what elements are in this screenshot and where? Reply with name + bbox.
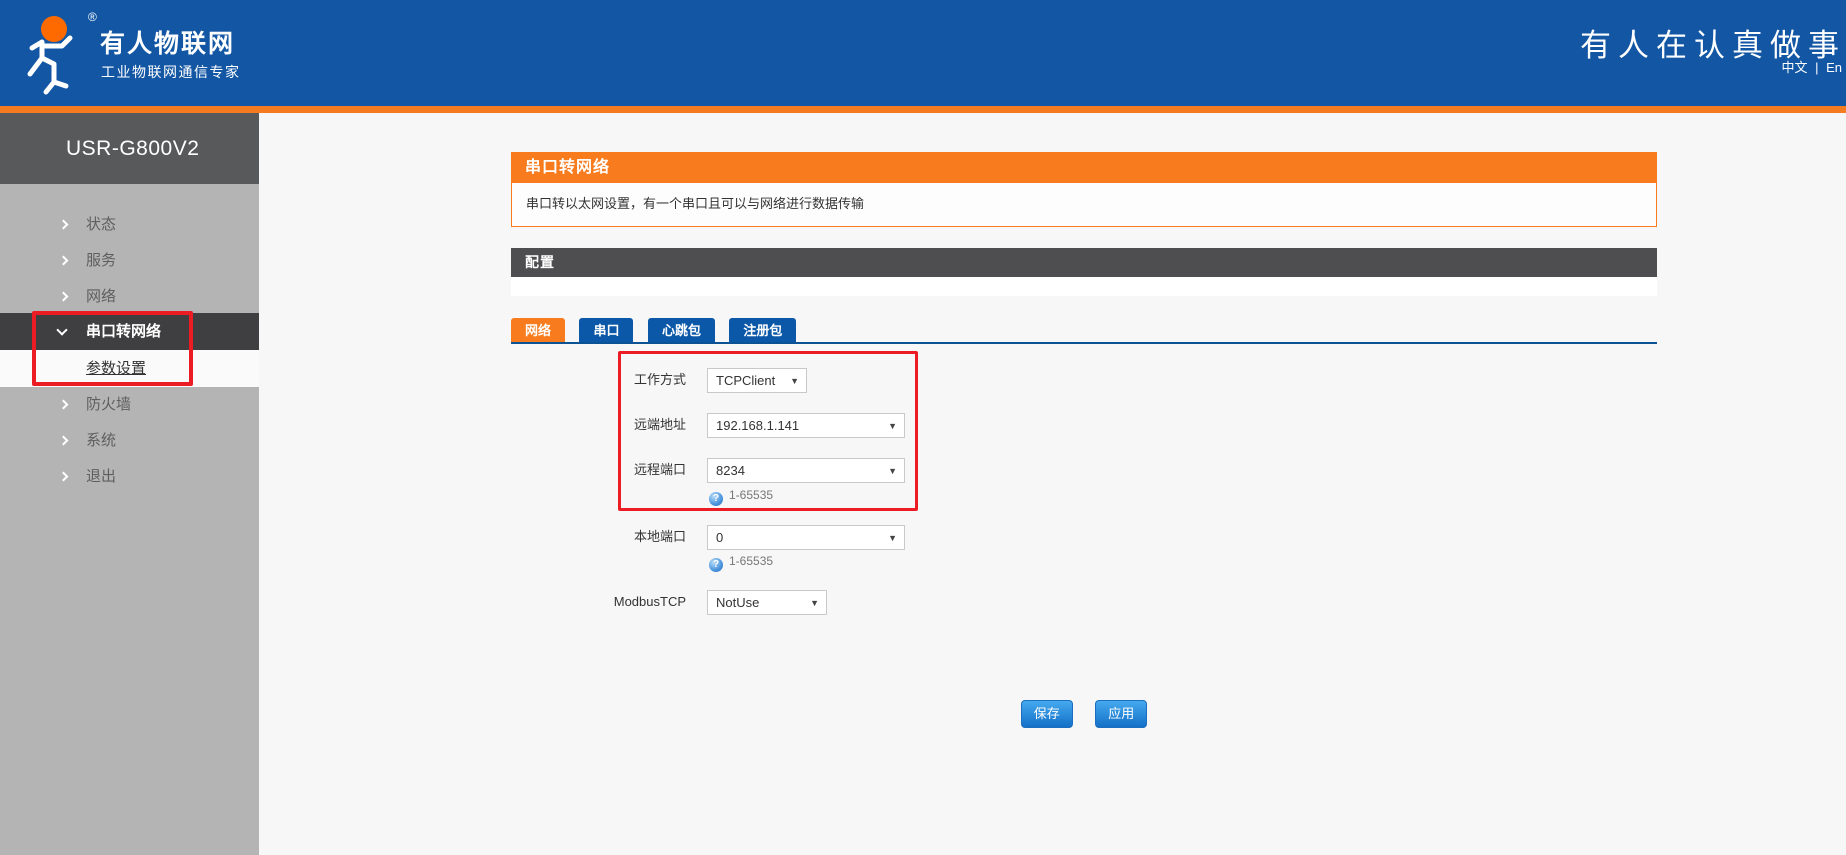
- sidebar: USR-G800V2 状态 服务 网络 串口转网络 参数设置 防火墙 系统 退出: [0, 113, 259, 855]
- tab-network[interactable]: 网络: [511, 318, 566, 344]
- sidebar-item-service[interactable]: 服务: [0, 243, 259, 279]
- section-strip: [511, 277, 1657, 296]
- page-title: 串口转网络: [511, 152, 1657, 183]
- chevron-right-icon: [58, 435, 69, 446]
- device-name: USR-G800V2: [0, 113, 259, 184]
- help-icon: ?: [709, 558, 723, 572]
- sidebar-item-firewall[interactable]: 防火墙: [0, 387, 259, 423]
- sidebar-item-serial-to-network[interactable]: 串口转网络: [0, 313, 259, 350]
- registered-mark: ®: [88, 10, 97, 24]
- dropdown-arrow-icon: ▼: [888, 466, 897, 476]
- sidebar-item-parameter-settings[interactable]: 参数设置: [0, 350, 259, 387]
- work-mode-select[interactable]: TCPClient ▼: [707, 368, 807, 393]
- apply-button[interactable]: 应用: [1095, 700, 1148, 728]
- help-icon: ?: [709, 492, 723, 506]
- remote-port-select[interactable]: 8234 ▼: [707, 458, 905, 483]
- language-switcher: 中文 | En: [1779, 57, 1844, 76]
- chevron-right-icon: [58, 219, 69, 230]
- local-port-label: 本地端口: [633, 529, 686, 544]
- chevron-down-icon: [56, 324, 68, 336]
- chevron-right-icon: [58, 291, 69, 302]
- dropdown-arrow-icon: ▼: [888, 421, 897, 431]
- remote-address-label: 远端地址: [633, 417, 686, 432]
- tab-heartbeat[interactable]: 心跳包: [647, 318, 715, 344]
- work-mode-label: 工作方式: [633, 372, 686, 387]
- lang-separator: |: [1815, 60, 1819, 75]
- lang-zh-link[interactable]: 中文: [1781, 60, 1807, 75]
- section-title: 配置: [511, 248, 1657, 277]
- dropdown-arrow-icon: ▼: [888, 533, 897, 543]
- chevron-right-icon: [58, 399, 69, 410]
- remote-port-label: 远程端口: [633, 462, 686, 477]
- brand-title: 有人物联网: [100, 30, 236, 58]
- modbus-tcp-select[interactable]: NotUse ▼: [707, 590, 827, 615]
- chevron-right-icon: [58, 471, 69, 482]
- remote-port-hint: ? 1-65535: [709, 488, 773, 506]
- dropdown-arrow-icon: ▼: [790, 376, 799, 386]
- tab-serial[interactable]: 串口: [579, 318, 634, 344]
- chevron-right-icon: [58, 255, 69, 266]
- save-button[interactable]: 保存: [1020, 700, 1073, 728]
- tab-underline: [511, 342, 1657, 344]
- usr-logo-icon: [18, 12, 93, 96]
- top-header: ® 有人物联网 工业物联网通信专家 有人在认真做事 中文 | En: [0, 0, 1846, 106]
- sidebar-item-network[interactable]: 网络: [0, 279, 259, 315]
- tab-bar: 网络 串口 心跳包 注册包: [511, 318, 806, 344]
- sidebar-item-status[interactable]: 状态: [0, 207, 259, 243]
- lang-en-link[interactable]: En: [1826, 60, 1842, 75]
- sidebar-item-system[interactable]: 系统: [0, 423, 259, 459]
- remote-address-select[interactable]: 192.168.1.141 ▼: [707, 413, 905, 438]
- dropdown-arrow-icon: ▼: [810, 598, 819, 608]
- accent-stripe: [0, 106, 1846, 113]
- button-row: 保存 应用: [511, 700, 1657, 728]
- local-port-select[interactable]: 0 ▼: [707, 525, 905, 550]
- brand-subtitle: 工业物联网通信专家: [101, 64, 241, 80]
- local-port-hint: ? 1-65535: [709, 554, 773, 572]
- tab-registration[interactable]: 注册包: [729, 318, 797, 344]
- sidebar-item-logout[interactable]: 退出: [0, 459, 259, 495]
- page-description: 串口转以太网设置，有一个串口且可以与网络进行数据传输: [511, 183, 1657, 227]
- modbus-tcp-label: ModbusTCP: [613, 594, 686, 609]
